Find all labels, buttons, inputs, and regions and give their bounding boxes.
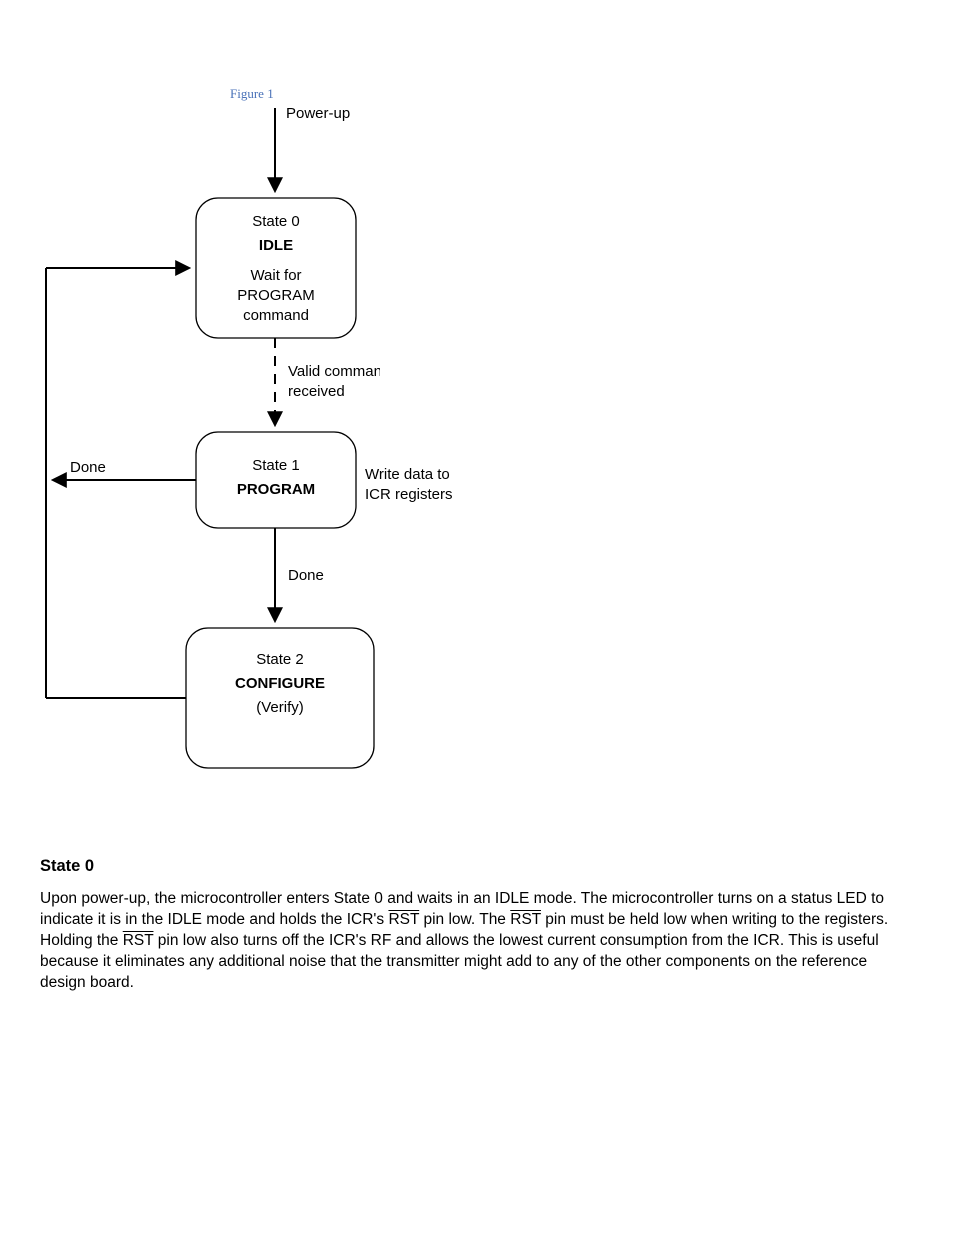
svg-text:CONFIGURE: CONFIGURE: [235, 675, 325, 692]
done-label-lower: Done: [288, 567, 324, 584]
rst-overline-3: RST: [123, 932, 154, 949]
box2-side-label-l2: ICR registers: [365, 485, 453, 505]
svg-text:State 2: State 2: [256, 651, 304, 668]
p1b: pin low. The: [419, 911, 510, 928]
svg-text:State 0: State 0: [252, 213, 300, 230]
svg-text:(Verify): (Verify): [256, 699, 304, 716]
svg-text:Valid command: Valid command: [288, 363, 380, 380]
body-text: State 0 Upon power-up, the microcontroll…: [40, 855, 914, 1006]
svg-text:PROGRAM: PROGRAM: [237, 481, 315, 498]
flowchart: Power-up State 0 IDLE Wait for PROGRAM c…: [30, 88, 380, 818]
svg-text:State 1: State 1: [252, 457, 300, 474]
box2-side-label-l1: Write data to: [365, 465, 450, 485]
section-paragraph: Upon power-up, the microcontroller enter…: [40, 889, 914, 994]
svg-text:command: command: [243, 307, 309, 324]
rst-overline-1: RST: [388, 911, 419, 928]
rst-overline-2: RST: [510, 911, 541, 928]
page: Figure 1 Power-up State 0 IDLE Wait for …: [0, 0, 954, 1235]
p1d: pin low also turns off the ICR's RF and …: [40, 932, 879, 991]
svg-text:Wait for: Wait for: [250, 267, 301, 284]
svg-text:PROGRAM: PROGRAM: [237, 287, 315, 304]
svg-text:IDLE: IDLE: [259, 237, 293, 254]
section-heading: State 0: [40, 855, 914, 877]
svg-text:received: received: [288, 383, 345, 400]
power-up-label: Power-up: [286, 105, 350, 122]
done-label-left: Done: [70, 459, 106, 476]
